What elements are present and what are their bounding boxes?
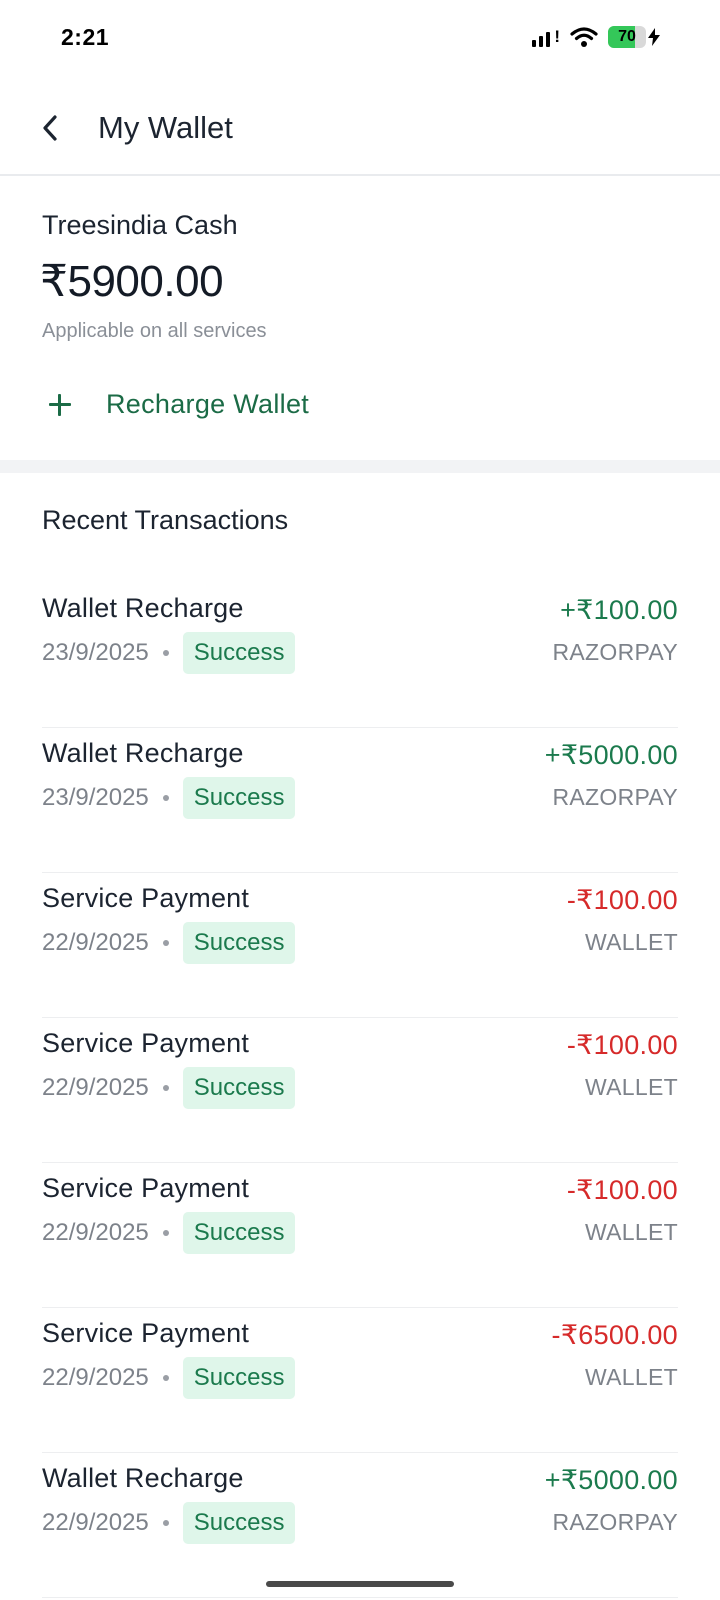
transaction-date: 23/9/2025 [42,639,149,666]
transaction-item[interactable]: Service Payment 22/9/2025 Success -₹100.… [42,1163,678,1308]
status-badge: Success [182,1357,296,1399]
status-badge: Success [182,632,296,674]
payment-method: WALLET [585,1219,678,1245]
separator-dot [162,1375,169,1381]
transaction-amount: +₹5000.00 [544,740,678,770]
transaction-title: Service Payment [42,1028,250,1058]
separator-dot [162,795,169,801]
transaction-meta: 22/9/2025 Success [42,1212,296,1254]
status-badge: Success [182,1212,296,1254]
applicable-note: Applicable on all services [42,320,267,342]
transaction-date: 22/9/2025 [42,1364,149,1391]
transactions-heading: Recent Transactions [42,505,289,535]
transaction-amount: -₹100.00 [566,1175,678,1205]
transaction-meta: 22/9/2025 Success [42,922,296,964]
wallet-summary: Treesindia Cash ₹5900.00 Applicable on a… [0,176,720,460]
transaction-title: Service Payment [42,1173,250,1203]
transaction-item[interactable]: Wallet Recharge 23/9/2025 Success +₹100.… [42,583,678,728]
payment-method: WALLET [585,1074,678,1100]
battery-level: 70 [618,28,636,45]
transaction-meta: 22/9/2025 Success [42,1067,296,1109]
transaction-date: 22/9/2025 [42,929,149,956]
separator-dot [162,1230,169,1236]
transaction-date: 22/9/2025 [42,1219,149,1246]
transaction-title: Wallet Recharge [42,1463,244,1493]
transactions-list: Wallet Recharge 23/9/2025 Success +₹100.… [42,583,678,1598]
status-badge: Success [182,777,296,819]
transaction-amount: +₹5000.00 [544,1465,678,1495]
transaction-date: 22/9/2025 [42,1074,149,1101]
wifi-icon [570,27,598,47]
payment-method: RAZORPAY [552,784,678,810]
payment-method: RAZORPAY [552,1509,678,1535]
status-time: 2:21 [61,24,110,50]
payment-method: WALLET [585,1364,678,1390]
plus-icon [42,386,78,422]
app-header: My Wallet [0,80,720,176]
payment-method: WALLET [585,929,678,955]
wallet-balance: ₹5900.00 [40,257,224,306]
transaction-amount: -₹6500.00 [551,1320,678,1350]
transaction-item[interactable]: Service Payment 22/9/2025 Success -₹100.… [42,1018,678,1163]
transaction-title: Service Payment [42,883,250,913]
status-bar: 2:21 ! 70 [0,0,720,80]
battery-icon: 70 [608,26,646,48]
transaction-amount: -₹100.00 [566,1030,678,1060]
payment-method: RAZORPAY [552,639,678,665]
status-badge: Success [182,1502,296,1544]
bolt-icon [648,28,660,46]
page-title: My Wallet [98,110,233,145]
transaction-item[interactable]: Service Payment 22/9/2025 Success -₹100.… [42,873,678,1018]
transaction-meta: 22/9/2025 Success [42,1357,296,1399]
separator-dot [162,1085,169,1091]
cash-label: Treesindia Cash [42,210,238,240]
recharge-wallet-button[interactable]: Recharge Wallet [42,384,309,424]
transaction-item[interactable]: Service Payment 22/9/2025 Success -₹6500… [42,1308,678,1453]
transaction-amount: +₹100.00 [560,595,678,625]
cellular-signal-icon: ! [532,27,560,47]
transaction-item[interactable]: Wallet Recharge 23/9/2025 Success +₹5000… [42,728,678,873]
battery-indicator: 70 [608,26,660,48]
separator-dot [162,650,169,656]
status-icons: ! 70 [532,26,660,48]
transaction-meta: 22/9/2025 Success [42,1502,296,1544]
home-indicator[interactable] [266,1581,454,1587]
section-divider [0,460,720,473]
status-badge: Success [182,922,296,964]
recharge-wallet-label: Recharge Wallet [106,388,310,419]
transaction-title: Wallet Recharge [42,593,244,623]
transaction-item[interactable]: Wallet Recharge 22/9/2025 Success +₹5000… [42,1453,678,1598]
transaction-meta: 23/9/2025 Success [42,632,296,674]
separator-dot [162,940,169,946]
separator-dot [162,1520,169,1526]
status-badge: Success [182,1067,296,1109]
transaction-date: 23/9/2025 [42,784,149,811]
transaction-amount: -₹100.00 [566,885,678,915]
transaction-title: Wallet Recharge [42,738,244,768]
back-button[interactable] [30,108,70,148]
transaction-title: Service Payment [42,1318,250,1348]
transaction-meta: 23/9/2025 Success [42,777,296,819]
transaction-date: 22/9/2025 [42,1509,149,1536]
chevron-left-icon [43,115,57,141]
